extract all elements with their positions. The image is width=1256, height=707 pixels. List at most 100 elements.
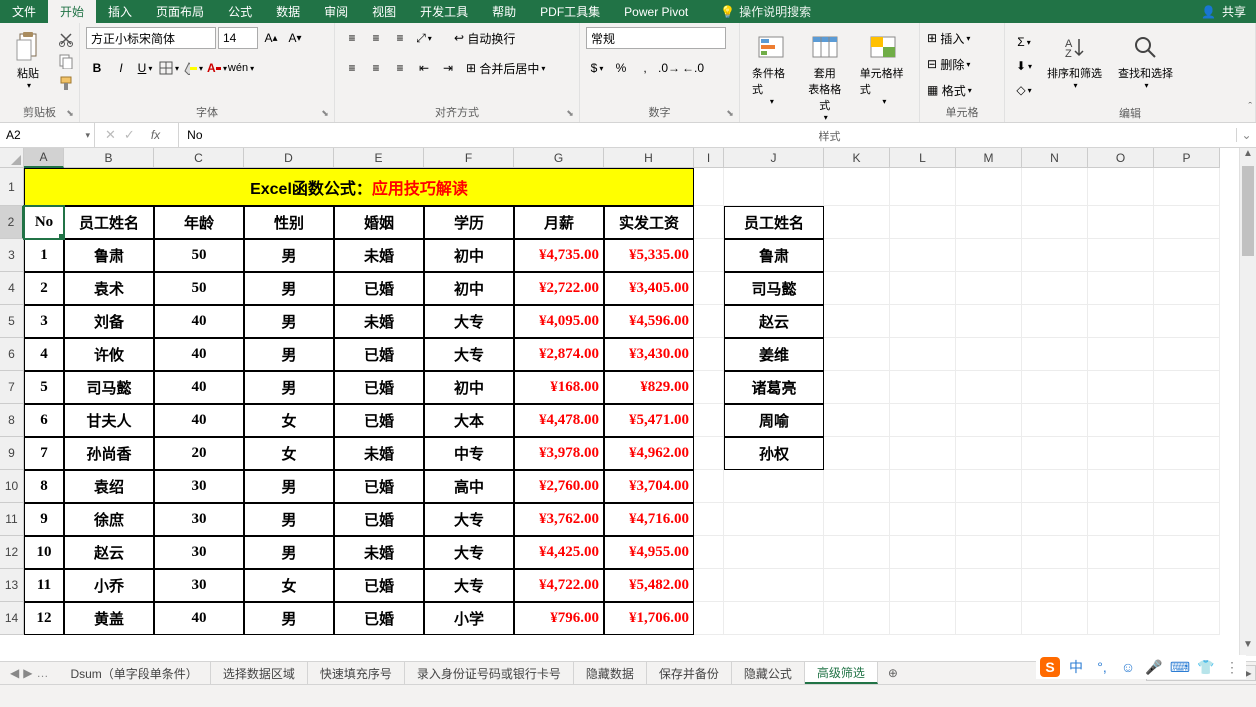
collapse-ribbon-button[interactable]: ˆ [1248, 101, 1252, 113]
ime-emoji-icon[interactable]: ☺ [1118, 657, 1138, 677]
data-cell[interactable]: 刘备 [64, 305, 154, 338]
fx-icon[interactable]: fx [143, 128, 168, 142]
cell[interactable] [824, 470, 890, 503]
row-header-12[interactable]: 12 [0, 536, 24, 569]
data-cell[interactable]: ¥4,478.00 [514, 404, 604, 437]
scroll-thumb[interactable] [1242, 166, 1254, 256]
row-headers[interactable]: 1234567891011121314 [0, 168, 24, 635]
underline-button[interactable]: U▾ [134, 57, 156, 79]
cell[interactable] [890, 470, 956, 503]
cell[interactable] [824, 338, 890, 371]
data-cell[interactable]: 大专 [424, 503, 514, 536]
cell[interactable] [1088, 239, 1154, 272]
data-cell[interactable]: 女 [244, 404, 334, 437]
cell[interactable] [824, 239, 890, 272]
data-cell[interactable]: 已婚 [334, 338, 424, 371]
decrease-font-button[interactable]: A▾ [284, 27, 306, 49]
data-cell[interactable]: 男 [244, 272, 334, 305]
format-painter-button[interactable] [56, 73, 76, 93]
italic-button[interactable]: I [110, 57, 132, 79]
data-cell-j[interactable]: 孙权 [724, 437, 824, 470]
ime-mode-button[interactable]: 中 [1066, 657, 1086, 677]
comma-button[interactable]: , [634, 57, 656, 79]
data-cell[interactable]: 黄盖 [64, 602, 154, 635]
cell[interactable] [694, 338, 724, 371]
cell[interactable] [1022, 470, 1088, 503]
cell[interactable] [890, 239, 956, 272]
ribbon-tab-7[interactable]: 视图 [360, 0, 408, 23]
cell-styles-button[interactable]: 单元格样式▾ [854, 27, 913, 110]
data-cell[interactable]: 已婚 [334, 569, 424, 602]
scroll-down-icon[interactable]: ▼ [1240, 639, 1256, 656]
sheet-tab-6[interactable]: 隐藏公式 [732, 662, 805, 684]
ribbon-tab-10[interactable]: PDF工具集 [528, 0, 612, 23]
cell[interactable] [824, 371, 890, 404]
cell[interactable] [956, 206, 1022, 239]
data-cell[interactable]: 已婚 [334, 371, 424, 404]
tell-me-search[interactable]: 操作说明搜索 [739, 3, 811, 20]
data-cell[interactable]: ¥4,425.00 [514, 536, 604, 569]
data-cell[interactable]: ¥4,716.00 [604, 503, 694, 536]
ribbon-tab-2[interactable]: 插入 [96, 0, 144, 23]
cell[interactable] [1088, 338, 1154, 371]
conditional-format-button[interactable]: 条件格式▾ [746, 27, 796, 110]
cell[interactable] [694, 371, 724, 404]
cell[interactable] [1154, 272, 1220, 305]
data-cell[interactable]: 大专 [424, 569, 514, 602]
ribbon-tab-1[interactable]: 开始 [48, 0, 96, 23]
row-header-7[interactable]: 7 [0, 371, 24, 404]
cell[interactable] [1154, 239, 1220, 272]
name-box-input[interactable] [6, 128, 88, 142]
sheet-tab-4[interactable]: 隐藏数据 [574, 662, 647, 684]
worksheet-grid[interactable]: ABCDEFGHIJKLMNOP 1234567891011121314 Exc… [0, 148, 1256, 678]
cell[interactable] [1022, 239, 1088, 272]
cell[interactable] [890, 536, 956, 569]
data-cell[interactable]: 40 [154, 338, 244, 371]
data-cell[interactable]: ¥168.00 [514, 371, 604, 404]
col-header-I[interactable]: I [694, 148, 724, 168]
data-cell[interactable]: 高中 [424, 470, 514, 503]
cell[interactable] [1088, 503, 1154, 536]
cell[interactable] [956, 272, 1022, 305]
data-cell[interactable]: 初中 [424, 272, 514, 305]
cell[interactable] [956, 168, 1022, 206]
data-cell[interactable]: 9 [24, 503, 64, 536]
row-header-8[interactable]: 8 [0, 404, 24, 437]
cell[interactable] [890, 404, 956, 437]
cell[interactable] [694, 470, 724, 503]
data-cell[interactable]: 已婚 [334, 404, 424, 437]
data-cell-j[interactable]: 姜维 [724, 338, 824, 371]
data-cell[interactable]: 40 [154, 371, 244, 404]
col-header-C[interactable]: C [154, 148, 244, 168]
ribbon-tab-6[interactable]: 审阅 [312, 0, 360, 23]
row-header-1[interactable]: 1 [0, 168, 24, 206]
col-header-G[interactable]: G [514, 148, 604, 168]
cell[interactable] [1154, 602, 1220, 635]
header-cell[interactable]: 实发工资 [604, 206, 694, 239]
data-cell[interactable]: 中专 [424, 437, 514, 470]
data-cell[interactable]: ¥2,874.00 [514, 338, 604, 371]
data-cell[interactable]: 大专 [424, 338, 514, 371]
align-top-button[interactable]: ≡ [341, 27, 363, 49]
cell[interactable] [1022, 168, 1088, 206]
cell[interactable] [1154, 338, 1220, 371]
cell[interactable] [956, 371, 1022, 404]
sheet-tab-0[interactable]: Dsum（单字段单条件） [58, 662, 210, 684]
cell[interactable] [890, 602, 956, 635]
share-button[interactable]: 共享 [1222, 3, 1246, 20]
increase-decimal-button[interactable]: .0→ [658, 57, 680, 79]
cell[interactable] [724, 602, 824, 635]
insert-cells-button[interactable]: ⊞ 插入▾ [926, 27, 971, 49]
data-cell[interactable]: 50 [154, 272, 244, 305]
data-cell[interactable]: 未婚 [334, 536, 424, 569]
cell[interactable] [1154, 536, 1220, 569]
cell[interactable] [824, 437, 890, 470]
ime-skin-icon[interactable]: 👕 [1196, 657, 1216, 677]
cell[interactable] [1022, 206, 1088, 239]
cell[interactable] [824, 404, 890, 437]
expand-formula-bar-icon[interactable]: ⌄ [1236, 128, 1256, 142]
data-cell-j[interactable]: 司马懿 [724, 272, 824, 305]
sheet-tab-3[interactable]: 录入身份证号码或银行卡号 [405, 662, 574, 684]
data-cell[interactable]: 大本 [424, 404, 514, 437]
row-header-5[interactable]: 5 [0, 305, 24, 338]
